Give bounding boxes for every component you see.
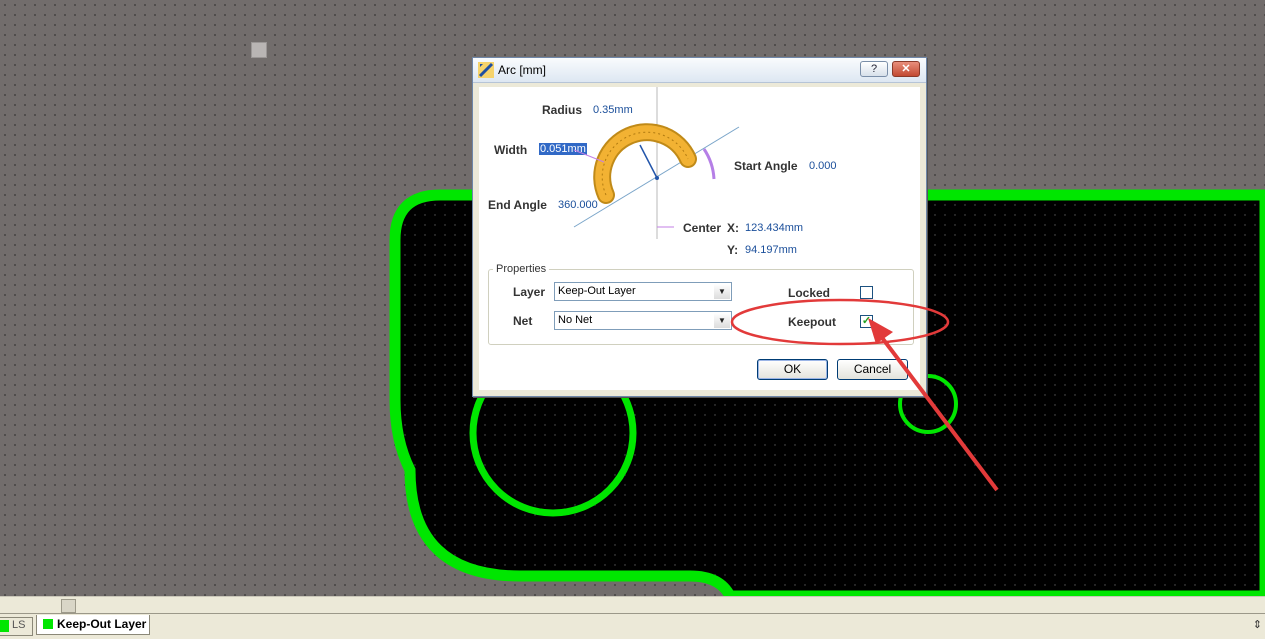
arc-tool-icon — [478, 62, 494, 78]
properties-title: Properties — [493, 263, 550, 275]
chevron-down-icon[interactable]: ▼ — [714, 313, 730, 328]
layer-color-swatch — [0, 620, 9, 632]
locked-label: Locked — [788, 286, 831, 300]
layer-tab-keep-out[interactable]: Keep-Out Layer — [36, 615, 150, 635]
width-label: Width — [494, 143, 528, 157]
ok-button[interactable]: OK — [757, 359, 828, 380]
radius-indicator — [639, 144, 658, 179]
status-strip — [0, 596, 1265, 614]
layer-color-swatch — [43, 619, 53, 629]
chevron-down-icon[interactable]: ▼ — [714, 284, 730, 299]
close-button[interactable]: ✕ — [892, 61, 920, 77]
layer-tab-ls[interactable]: LS — [0, 617, 33, 636]
start-angle-value[interactable]: 0.000 — [809, 160, 837, 172]
properties-group — [488, 269, 914, 345]
layer-scroll-icon[interactable]: ⇕ — [1253, 618, 1262, 631]
net-select[interactable]: No Net ▼ — [554, 311, 732, 330]
layer-tab-keep-out-label: Keep-Out Layer — [57, 617, 147, 631]
arc-shape-inner — [595, 125, 695, 202]
cancel-button[interactable]: Cancel — [837, 359, 908, 380]
net-select-value: No Net — [558, 314, 593, 326]
dialog-titlebar[interactable]: Arc [mm] ? ✕ — [473, 58, 926, 83]
arc-dialog: Arc [mm] ? ✕ Radius 0.35mm Width 0.051mm… — [472, 57, 927, 397]
dialog-title: Arc [mm] — [498, 63, 546, 77]
help-button[interactable]: ? — [860, 61, 888, 77]
strip-marker — [61, 599, 76, 613]
arc-preview-diagram — [573, 87, 740, 239]
locked-checkbox[interactable] — [860, 286, 873, 299]
arc-center-point — [655, 176, 659, 180]
keepout-label: Keepout — [788, 315, 836, 329]
dialog-client: Radius 0.35mm Width 0.051mm Start Angle … — [479, 87, 920, 390]
layer-tab-bar: LS Keep-Out Layer ⇕ — [0, 613, 1265, 639]
canvas-origin-marker — [251, 42, 267, 58]
layer-select[interactable]: Keep-Out Layer ▼ — [554, 282, 732, 301]
layer-tab-ls-label: LS — [12, 619, 26, 631]
layer-select-value: Keep-Out Layer — [558, 285, 636, 297]
layer-label: Layer — [513, 285, 546, 299]
net-label: Net — [513, 314, 533, 328]
start-angle-indicator — [702, 148, 716, 180]
end-angle-label: End Angle — [488, 198, 547, 212]
keepout-checkbox[interactable]: ✓ — [860, 315, 873, 328]
